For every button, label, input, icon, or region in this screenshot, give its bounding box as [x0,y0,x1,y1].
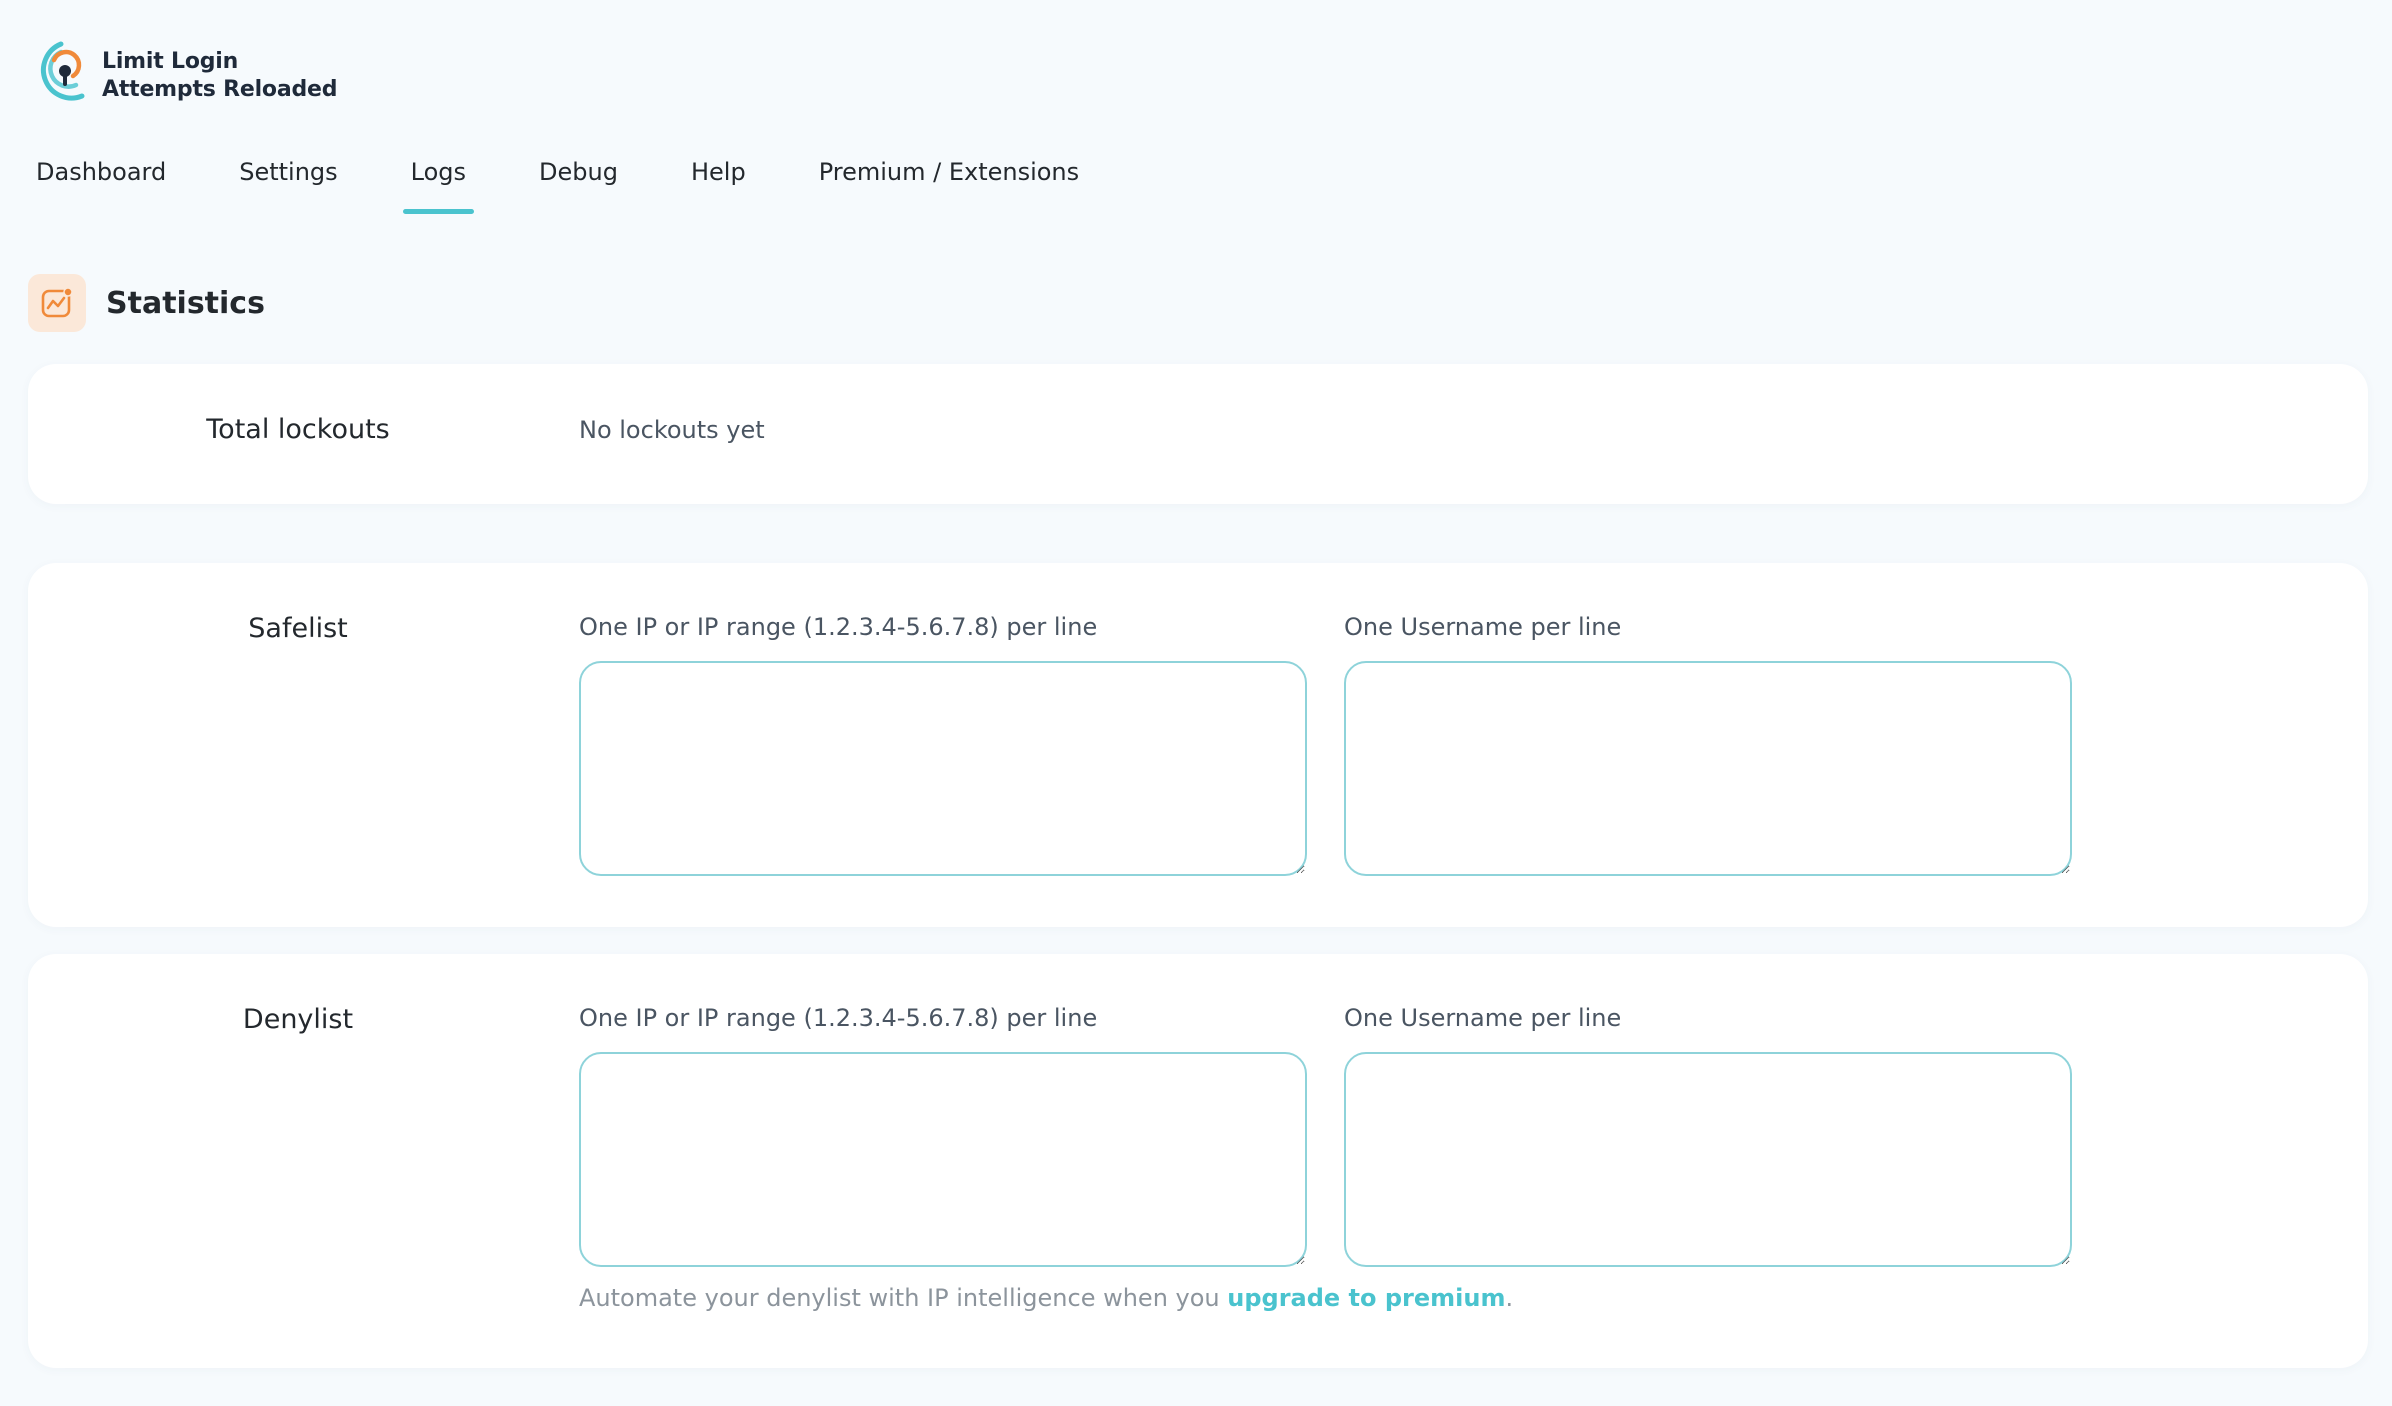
total-lockouts-card: Total lockouts No lockouts yet [28,364,2368,504]
tab-logs[interactable]: Logs [402,150,475,214]
logo-title-line1: Limit Login [102,49,239,74]
upgrade-note-text: Automate your denylist with IP intellige… [579,1284,1228,1312]
tab-premium-extensions[interactable]: Premium / Extensions [819,150,1079,210]
logo-title-line2: Attempts Reloaded [102,77,338,102]
total-lockouts-value: No lockouts yet [579,416,765,444]
denylist-upgrade-note: Automate your denylist with IP intellige… [579,1284,1513,1312]
tab-settings[interactable]: Settings [239,150,337,210]
tab-dashboard[interactable]: Dashboard [36,150,166,210]
main-nav-tabs: Dashboard Settings Logs Debug Help Premi… [36,150,1079,214]
denylist-ip-textarea[interactable] [579,1052,1307,1267]
denylist-username-textarea[interactable] [1344,1052,2072,1267]
total-lockouts-label: Total lockouts [206,414,390,445]
statistics-heading: Statistics [28,274,265,332]
page-title: Statistics [106,285,265,321]
upgrade-to-premium-link[interactable]: upgrade to premium [1227,1284,1505,1312]
tab-debug[interactable]: Debug [539,150,618,210]
denylist-username-label: One Username per line [1344,1004,1622,1032]
safelist-ip-textarea[interactable] [579,661,1307,876]
safelist-username-label: One Username per line [1344,613,1622,641]
keyhole-shield-logo-icon [41,41,85,101]
safelist-ip-label: One IP or IP range (1.2.3.4-5.6.7.8) per… [579,613,1098,641]
denylist-card: Denylist One IP or IP range (1.2.3.4-5.6… [28,954,2368,1368]
chart-line-icon [28,274,86,332]
upgrade-note-suffix: . [1505,1284,1514,1312]
tab-help[interactable]: Help [691,150,746,210]
safelist-username-textarea[interactable] [1344,661,2072,876]
safelist-card: Safelist One IP or IP range (1.2.3.4-5.6… [28,563,2368,927]
app-logo: Limit Login Attempts Reloaded [32,38,338,114]
safelist-label: Safelist [248,613,348,644]
denylist-ip-label: One IP or IP range (1.2.3.4-5.6.7.8) per… [579,1004,1098,1032]
denylist-label: Denylist [242,1004,354,1035]
